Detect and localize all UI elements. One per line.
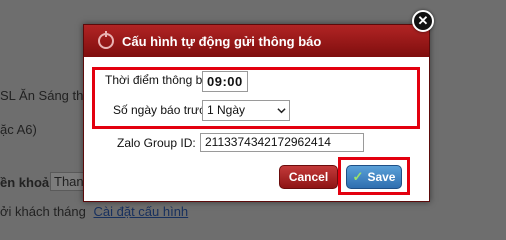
save-button[interactable]: ✓ Save [346, 165, 402, 189]
zalo-group-label: Zalo Group ID: [117, 136, 196, 150]
zalo-group-input[interactable]: 2113374342172962414 [200, 133, 364, 152]
save-button-label: Save [367, 170, 396, 184]
cancel-button[interactable]: Cancel [279, 165, 338, 189]
bg-config-link[interactable]: Cài đặt cấu hình [93, 204, 188, 219]
close-icon[interactable]: ✕ [412, 10, 434, 32]
chevron-down-icon [277, 108, 286, 114]
days-before-select[interactable]: 1 Ngày [202, 100, 290, 121]
days-before-value: 1 Ngày [207, 103, 246, 117]
check-icon: ✓ [352, 169, 364, 184]
power-icon [98, 31, 114, 49]
days-before-label: Số ngày báo trước: [113, 103, 217, 117]
notify-time-input[interactable]: 09:00 [202, 71, 248, 92]
auto-notify-config-dialog: Cấu hình tự động gửi thông báo Thời điểm… [83, 24, 430, 202]
bg-row2-text: ặc A6) [0, 122, 37, 137]
bg-row4-label: ởi khách tháng [0, 204, 86, 219]
dialog-title: Cấu hình tự động gửi thông báo [122, 33, 322, 49]
bg-row4-text: ởi khách tháng Cài đặt cấu hình [0, 204, 188, 219]
dialog-titlebar: Cấu hình tự động gửi thông báo [84, 25, 429, 57]
